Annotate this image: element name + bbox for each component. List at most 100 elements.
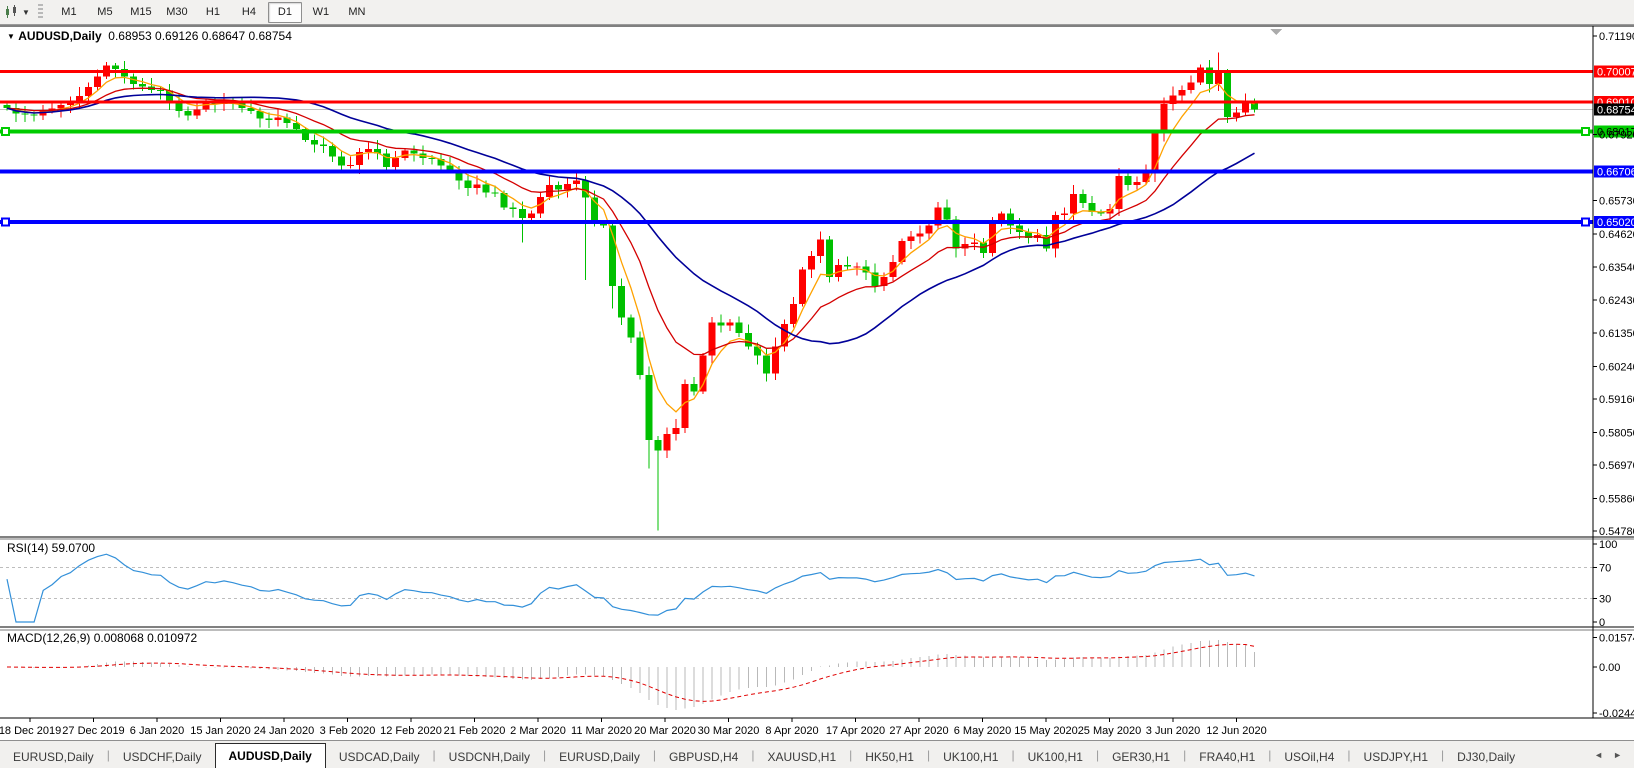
chevron-down-icon: ▼	[22, 8, 30, 17]
svg-text:15 Jan 2020: 15 Jan 2020	[190, 725, 251, 737]
hline-0.68017[interactable]: 0.68017	[0, 126, 1634, 139]
svg-text:3 Feb 2020: 3 Feb 2020	[320, 725, 376, 737]
svg-text:12 Jun 2020: 12 Jun 2020	[1206, 725, 1267, 737]
svg-text:0.59160: 0.59160	[1599, 394, 1634, 406]
time-axis[interactable]: 18 Dec 201927 Dec 2019 6 Jan 2020 15 Jan 2…	[0, 718, 1267, 737]
svg-text:6 May 2020: 6 May 2020	[954, 725, 1011, 737]
timeframe-button-MN[interactable]: MN	[340, 2, 374, 23]
trading-platform-window: ▼ M1M5M15M30H1H4D1W1MN ▼ AUDUSD,Daily 0.…	[0, 0, 1634, 768]
svg-text:27 Dec 2019: 27 Dec 2019	[62, 725, 124, 737]
svg-text:0.58050: 0.58050	[1599, 427, 1634, 439]
chart-tab-AUDUSD-Daily[interactable]: AUDUSD,Daily	[215, 743, 326, 768]
svg-text:100: 100	[1599, 539, 1617, 551]
svg-text:0.55860: 0.55860	[1599, 493, 1634, 505]
svg-text:15 May 2020: 15 May 2020	[1014, 725, 1078, 737]
chart-canvas[interactable]: 0.700070.690100.680170.667060.650200.711…	[0, 25, 1634, 740]
svg-text:12 Feb 2020: 12 Feb 2020	[380, 725, 442, 737]
ohlc-close: 0.68754	[249, 29, 292, 43]
main-chart-plot[interactable]	[0, 53, 1593, 531]
chart-title: ▼ AUDUSD,Daily 0.68953 0.69126 0.68647 0…	[7, 29, 292, 43]
chart-tab-XAUUSD-H1[interactable]: XAUUSD,H1	[754, 746, 849, 768]
svg-text:6 Jan 2020: 6 Jan 2020	[130, 725, 184, 737]
timeframe-button-H1[interactable]: H1	[196, 2, 230, 23]
timeframe-button-M5[interactable]: M5	[88, 2, 122, 23]
svg-text:0.015741: 0.015741	[1599, 632, 1634, 644]
svg-text:24 Jan 2020: 24 Jan 2020	[254, 725, 315, 737]
hline-0.65020[interactable]: 0.65020	[0, 216, 1634, 229]
rsi-panel[interactable]: 10070300	[0, 539, 1617, 629]
timeframe-button-H4[interactable]: H4	[232, 2, 266, 23]
chart-tab-USDCNH-Daily[interactable]: USDCNH,Daily	[436, 746, 543, 768]
svg-text:0.70007: 0.70007	[1597, 67, 1634, 79]
svg-text:11 Mar 2020: 11 Mar 2020	[571, 725, 632, 737]
timeframe-button-W1[interactable]: W1	[304, 2, 338, 23]
svg-text:0.65020: 0.65020	[1597, 217, 1634, 229]
timeframe-buttons: M1M5M15M30H1H4D1W1MN	[51, 2, 375, 23]
chart-tab-FRA40-H1[interactable]: FRA40,H1	[1186, 746, 1268, 768]
svg-text:0.00: 0.00	[1599, 662, 1620, 674]
chart-tab-USDCHF-Daily[interactable]: USDCHF,Daily	[110, 746, 215, 768]
chart-tab-UK100-H1[interactable]: UK100,H1	[930, 746, 1011, 768]
svg-text:17 Apr 2020: 17 Apr 2020	[826, 725, 885, 737]
svg-text:18 Dec 2019: 18 Dec 2019	[0, 725, 61, 737]
timeframe-toolbar: ▼ M1M5M15M30H1H4D1W1MN	[0, 0, 1634, 25]
chart-tab-DJ30-Daily[interactable]: DJ30,Daily	[1444, 746, 1528, 768]
current-price-label: 0.68754	[1594, 103, 1634, 116]
timeframe-button-M30[interactable]: M30	[160, 2, 194, 23]
ohlc-open: 0.68953	[108, 29, 151, 43]
svg-text:0.62430: 0.62430	[1599, 295, 1634, 307]
timeframe-button-D1[interactable]: D1	[268, 2, 302, 23]
ohlc-high: 0.69126	[155, 29, 198, 43]
hline-0.66706[interactable]: 0.66706	[0, 165, 1634, 178]
svg-text:0.61350: 0.61350	[1599, 328, 1634, 340]
timeframe-button-M1[interactable]: M1	[52, 2, 86, 23]
svg-text:8 Apr 2020: 8 Apr 2020	[765, 725, 818, 737]
chart-tab-USDCAD-Daily[interactable]: USDCAD,Daily	[326, 746, 433, 768]
tab-scroll-right-icon[interactable]: ►	[1613, 750, 1622, 760]
svg-text:0.68754: 0.68754	[1597, 104, 1634, 116]
chart-symbol: AUDUSD,Daily	[18, 29, 101, 43]
fast-ma-line	[7, 77, 1255, 411]
candlestick-series	[4, 53, 1259, 531]
rsi-indicator-label: RSI(14) 59.0700	[7, 541, 95, 555]
svg-text:0.63540: 0.63540	[1599, 262, 1634, 274]
chart-shift-marker-icon[interactable]	[1270, 29, 1282, 35]
svg-text:27 Apr 2020: 27 Apr 2020	[889, 725, 948, 737]
toolbar-grip[interactable]	[38, 4, 43, 20]
chart-tab-GBPUSD-H4[interactable]: GBPUSD,H4	[656, 746, 751, 768]
chart-tab-EURUSD-Daily[interactable]: EURUSD,Daily	[0, 746, 107, 768]
chart-tab-HK50-H1[interactable]: HK50,H1	[852, 746, 927, 768]
svg-text:0.56970: 0.56970	[1599, 460, 1634, 472]
timeframe-button-M15[interactable]: M15	[124, 2, 158, 23]
svg-text:70: 70	[1599, 562, 1611, 574]
svg-text:3 Jun 2020: 3 Jun 2020	[1146, 725, 1200, 737]
hline-0.70007[interactable]: 0.70007	[0, 66, 1634, 79]
candlestick-glyph	[4, 4, 20, 20]
macd-panel[interactable]: 0.0157410.00-0.02441	[7, 632, 1634, 719]
chart-tab-USOil-H4[interactable]: USOil,H4	[1271, 746, 1347, 768]
svg-text:30 Mar 2020: 30 Mar 2020	[698, 725, 760, 737]
ohlc-low: 0.68647	[202, 29, 245, 43]
chart-tab-GER30-H1[interactable]: GER30,H1	[1099, 746, 1183, 768]
svg-text:0.66706: 0.66706	[1597, 166, 1634, 178]
svg-text:0.64620: 0.64620	[1599, 229, 1634, 241]
svg-text:20 Mar 2020: 20 Mar 2020	[634, 725, 696, 737]
chart-tab-USDJPY-H1[interactable]: USDJPY,H1	[1351, 746, 1441, 768]
chart-tab-bar: EURUSD,Daily|USDCHF,DailyAUDUSD,DailyUSD…	[0, 740, 1634, 768]
svg-text:0.54780: 0.54780	[1599, 526, 1634, 538]
tab-scroll-arrows: ◄►	[1582, 750, 1634, 760]
svg-text:0.67920: 0.67920	[1599, 130, 1634, 142]
chart-type-icon[interactable]: ▼	[4, 4, 30, 20]
svg-text:0.71190: 0.71190	[1599, 31, 1634, 43]
svg-text:25 May 2020: 25 May 2020	[1078, 725, 1142, 737]
rsi-line	[7, 554, 1255, 622]
tab-scroll-left-icon[interactable]: ◄	[1594, 750, 1603, 760]
chart-tab-EURUSD-Daily[interactable]: EURUSD,Daily	[546, 746, 653, 768]
macd-indicator-label: MACD(12,26,9) 0.008068 0.010972	[7, 631, 197, 645]
chart-menu-caret-icon[interactable]: ▼	[7, 32, 15, 41]
svg-text:0.65730: 0.65730	[1599, 196, 1634, 208]
chart-tab-UK100-H1[interactable]: UK100,H1	[1015, 746, 1096, 768]
svg-text:2 Mar 2020: 2 Mar 2020	[510, 725, 566, 737]
svg-text:30: 30	[1599, 594, 1611, 606]
svg-text:21 Feb 2020: 21 Feb 2020	[444, 725, 506, 737]
